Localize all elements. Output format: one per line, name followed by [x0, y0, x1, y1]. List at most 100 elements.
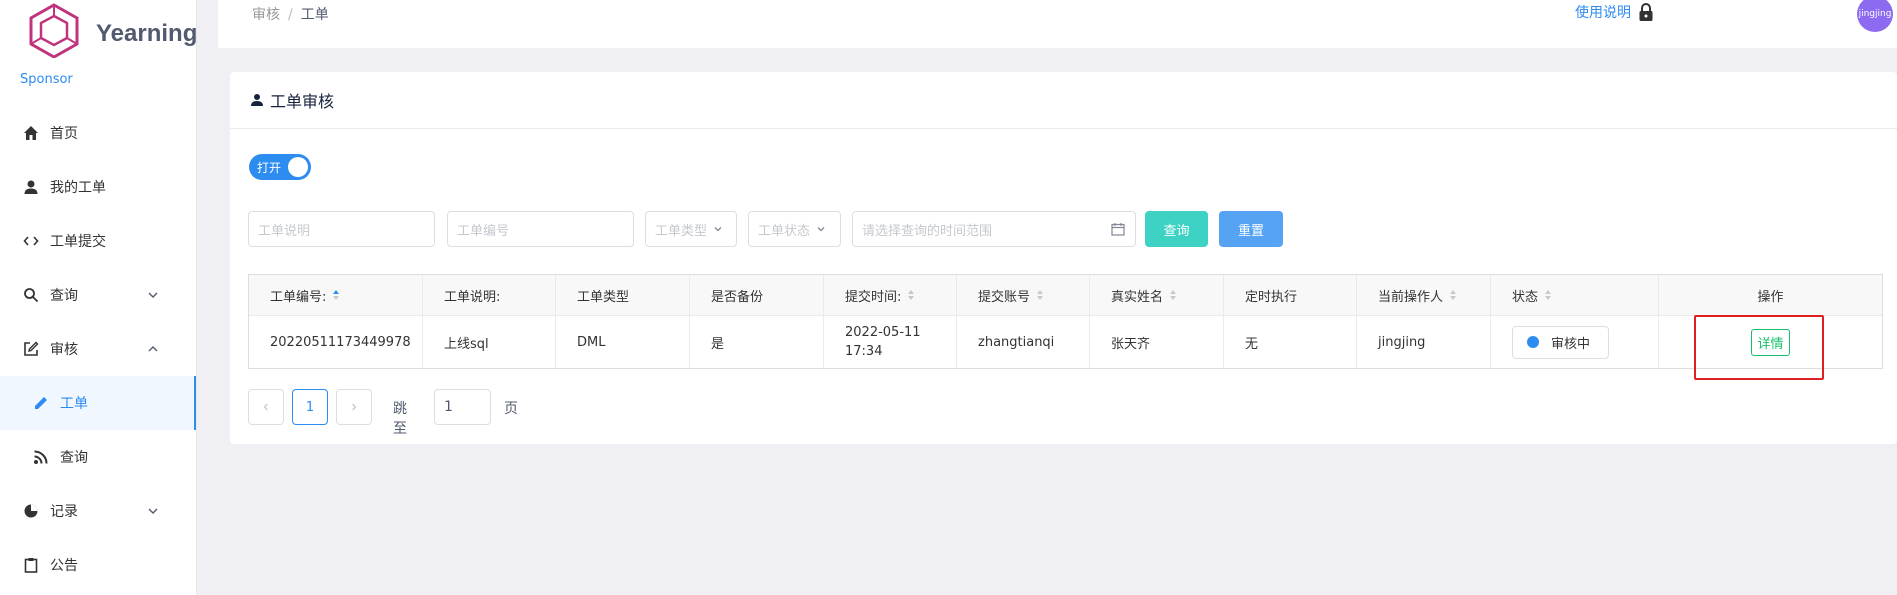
next-page-button[interactable]: [336, 389, 372, 425]
rss-icon: [32, 448, 50, 466]
sidebar-item-orders[interactable]: 工单: [0, 376, 196, 430]
col-header-label: 定时执行: [1245, 289, 1298, 305]
col-header-time[interactable]: 提交时间:: [824, 275, 957, 316]
sort-icon[interactable]: [1544, 289, 1552, 301]
sponsor-link[interactable]: Sponsor: [20, 72, 73, 87]
type-select-placeholder: 工单类型: [655, 223, 708, 239]
sidebar-item-submit-order[interactable]: 工单提交: [0, 214, 196, 268]
cell-account: zhangtianqi: [957, 316, 1090, 368]
sidebar-item-label: 记录: [50, 504, 78, 520]
detail-button[interactable]: 详情: [1751, 328, 1790, 356]
table-row: 20220511173449978 上线sql DML 是 2022-05-11…: [249, 316, 1882, 368]
chevron-up-icon: [148, 346, 158, 352]
cell-realname: 张天齐: [1090, 316, 1224, 368]
cell-desc: 上线sql: [423, 316, 556, 368]
status-badge: 审核中: [1512, 325, 1609, 359]
cell-action: 详情: [1659, 316, 1882, 368]
jump-label: 跳至: [393, 401, 407, 437]
cell-type: DML: [556, 316, 690, 368]
toggle-switch[interactable]: 打开: [249, 154, 311, 180]
col-header-label: 提交时间:: [845, 289, 902, 305]
col-header-label: 是否备份: [711, 289, 764, 305]
col-header-label: 状态: [1512, 289, 1539, 305]
user-icon: [22, 178, 40, 196]
table-header-row: 工单编号: 工单说明: 工单类型 是否备份 提交时间: 提交账号 真实姓名 定时…: [249, 275, 1882, 316]
sidebar-item-announcement[interactable]: 公告: [0, 538, 196, 592]
sort-icon[interactable]: [907, 289, 915, 301]
cell-order-id: 20220511173449978: [249, 316, 423, 368]
chevron-down-icon: [148, 508, 158, 514]
type-select[interactable]: 工单类型: [645, 211, 737, 247]
time-range-placeholder: 请选择查询的时间范围: [862, 223, 993, 239]
col-header-label: 真实姓名: [1111, 289, 1164, 305]
card-header: 工单审核: [230, 72, 1897, 129]
sidebar-item-label: 工单: [60, 396, 88, 412]
home-icon: [22, 124, 40, 142]
col-header-scheduled: 定时执行: [1224, 275, 1357, 316]
orders-table: 工单编号: 工单说明: 工单类型 是否备份 提交时间: 提交账号 真实姓名 定时…: [248, 274, 1883, 369]
cell-operator: jingjing: [1357, 316, 1491, 368]
sidebar-item-query[interactable]: 查询: [0, 268, 196, 322]
calendar-icon: [1111, 223, 1125, 236]
chevron-left-icon: [263, 403, 268, 411]
jump-page-input[interactable]: 1: [434, 389, 491, 425]
breadcrumb: 审核 / 工单: [252, 4, 329, 24]
col-header-label: 当前操作人: [1378, 289, 1444, 305]
col-header-label: 操作: [1757, 289, 1784, 305]
col-header-type: 工单类型: [556, 275, 690, 316]
chevron-down-icon: [817, 227, 825, 232]
cell-scheduled: 无: [1224, 316, 1357, 368]
col-header-operator[interactable]: 当前操作人: [1357, 275, 1491, 316]
pencil-icon: [32, 394, 50, 412]
desc-input[interactable]: 工单说明: [248, 211, 435, 247]
time-range-picker[interactable]: 请选择查询的时间范围: [852, 211, 1136, 247]
search-button[interactable]: 查询: [1145, 211, 1208, 247]
edit-icon: [22, 340, 40, 358]
breadcrumb-separator: /: [288, 7, 293, 23]
page-unit-label: 页: [504, 401, 518, 417]
chevron-down-icon: [148, 292, 158, 298]
breadcrumb-current: 工单: [300, 7, 329, 23]
sidebar-item-home[interactable]: 首页: [0, 106, 196, 160]
col-header-account[interactable]: 提交账号: [957, 275, 1090, 316]
cell-status: 审核中: [1491, 316, 1659, 368]
sort-icon[interactable]: [1449, 289, 1457, 301]
sidebar-item-label: 查询: [50, 288, 78, 304]
cell-time-text: 2022-05-11 17:34: [845, 325, 921, 359]
breadcrumb-audit[interactable]: 审核: [252, 7, 280, 23]
sidebar-menu: 首页 我的工单 工单提交 查询 审核 工单 查询 记录 公告: [0, 106, 196, 592]
help-link[interactable]: 使用说明: [1575, 2, 1631, 22]
search-icon: [22, 286, 40, 304]
sidebar-item-records[interactable]: 记录: [0, 484, 196, 538]
col-header-realname[interactable]: 真实姓名: [1090, 275, 1224, 316]
sort-icon[interactable]: [1036, 289, 1044, 301]
chevron-right-icon: [352, 403, 357, 411]
col-header-label: 工单说明:: [444, 289, 501, 305]
cell-backup: 是: [690, 316, 824, 368]
col-header-order-id[interactable]: 工单编号:: [249, 275, 423, 316]
order-id-input[interactable]: 工单编号: [447, 211, 634, 247]
card-title: 工单审核: [270, 92, 335, 111]
code-icon: [22, 232, 40, 250]
col-header-desc: 工单说明:: [423, 275, 556, 316]
sort-icon[interactable]: [332, 289, 340, 301]
logo-icon: [29, 3, 79, 58]
status-dot: [1527, 336, 1539, 348]
sidebar-item-audit-query[interactable]: 查询: [0, 430, 196, 484]
reset-button[interactable]: 重置: [1219, 211, 1283, 247]
col-header-backup: 是否备份: [690, 275, 824, 316]
sort-icon[interactable]: [1169, 289, 1177, 301]
col-header-status[interactable]: 状态: [1491, 275, 1659, 316]
sidebar: Yearning Sponsor 首页 我的工单 工单提交 查询 审核 工单 查…: [0, 0, 197, 595]
prev-page-button[interactable]: [248, 389, 284, 425]
lock-icon[interactable]: [1637, 2, 1655, 22]
user-icon: [251, 94, 263, 106]
sidebar-item-label: 审核: [50, 342, 78, 358]
col-header-label: 工单类型: [577, 289, 630, 305]
sidebar-item-my-orders[interactable]: 我的工单: [0, 160, 196, 214]
sidebar-item-label: 工单提交: [50, 234, 106, 250]
sidebar-item-audit[interactable]: 审核: [0, 322, 196, 376]
page-item-current[interactable]: 1: [292, 389, 328, 425]
status-label: 审核中: [1551, 336, 1591, 352]
status-select[interactable]: 工单状态: [748, 211, 841, 247]
